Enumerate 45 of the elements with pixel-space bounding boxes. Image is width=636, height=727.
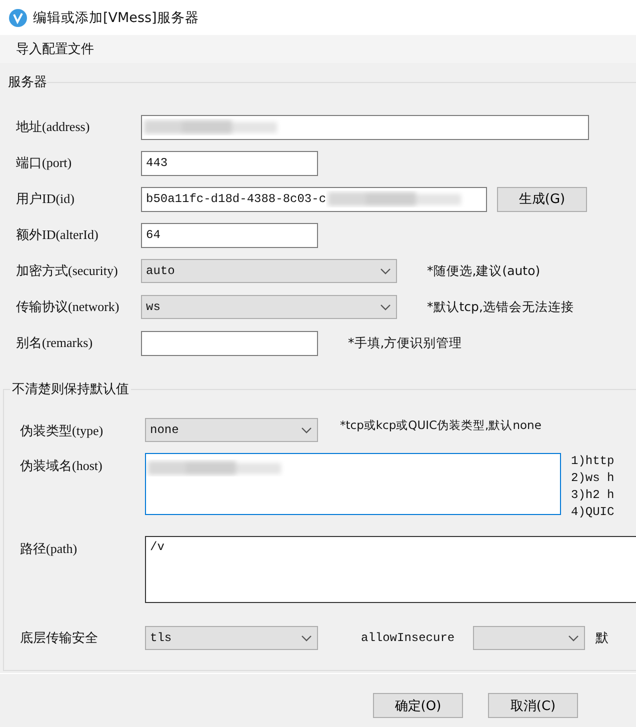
- field-label: 伪装域名(host): [19, 457, 104, 475]
- input-field[interactable]: b50a11fc-d18d-4388-8c03-c: [141, 186, 487, 212]
- dialog-button[interactable]: 确定(O): [373, 693, 463, 718]
- dropdown[interactable]: ws: [141, 295, 397, 319]
- input-field[interactable]: [141, 330, 318, 356]
- field-label: 底层传输安全: [19, 629, 99, 647]
- field-label: 端口(port): [15, 154, 73, 172]
- text-area[interactable]: [145, 453, 561, 515]
- field-label: 加密方式(security): [15, 262, 119, 280]
- chevron-down-icon: [301, 426, 312, 434]
- hint-text: 4)QUIC: [571, 504, 614, 521]
- field-label: 伪装类型(type): [19, 422, 104, 440]
- group-title: 服务器: [8, 74, 47, 91]
- text-area[interactable]: /v: [145, 536, 636, 603]
- hint-text: 2)ws h: [571, 470, 614, 487]
- group-title: 不清楚则保持默认值: [10, 380, 131, 398]
- input-field[interactable]: 64: [141, 222, 318, 248]
- field-label: allowInsecure: [361, 631, 455, 645]
- hint-text: *手填,方便识别管理: [348, 334, 462, 352]
- menu-item[interactable]: 导入配置文件: [8, 38, 102, 60]
- dropdown[interactable]: tls: [145, 626, 318, 650]
- chevron-down-icon: [301, 634, 312, 642]
- field-label: 额外ID(alterId): [15, 226, 100, 244]
- hint-text: *随便选,建议(auto): [427, 262, 540, 280]
- field-label: 别名(remarks): [15, 334, 94, 352]
- hint-text: *默认tcp,选错会无法连接: [427, 298, 574, 316]
- chevron-down-icon: [568, 634, 579, 642]
- field-label: 用户ID(id): [15, 190, 76, 208]
- dropdown[interactable]: none: [145, 418, 318, 442]
- generate-button[interactable]: 生成(G): [497, 186, 587, 212]
- dialog-button[interactable]: 取消(C): [488, 693, 578, 718]
- chevron-down-icon: [380, 268, 391, 274]
- hint-text: 默: [596, 630, 609, 647]
- input-field[interactable]: [141, 114, 589, 140]
- window-title: 编辑或添加[VMess]服务器: [33, 8, 199, 26]
- field-label: 传输协议(network): [15, 298, 120, 316]
- hint-text: 3)h2 h: [571, 487, 614, 504]
- field-label: 路径(path): [19, 540, 78, 558]
- app-logo-icon: [9, 8, 27, 26]
- dropdown[interactable]: auto: [141, 259, 397, 283]
- hint-text: *tcp或kcp或QUIC伪装类型,默认none: [340, 418, 542, 433]
- hint-text: 1)http: [571, 453, 614, 470]
- field-label: 地址(address): [15, 118, 91, 136]
- input-field[interactable]: 443: [141, 150, 318, 176]
- chevron-down-icon: [380, 304, 391, 310]
